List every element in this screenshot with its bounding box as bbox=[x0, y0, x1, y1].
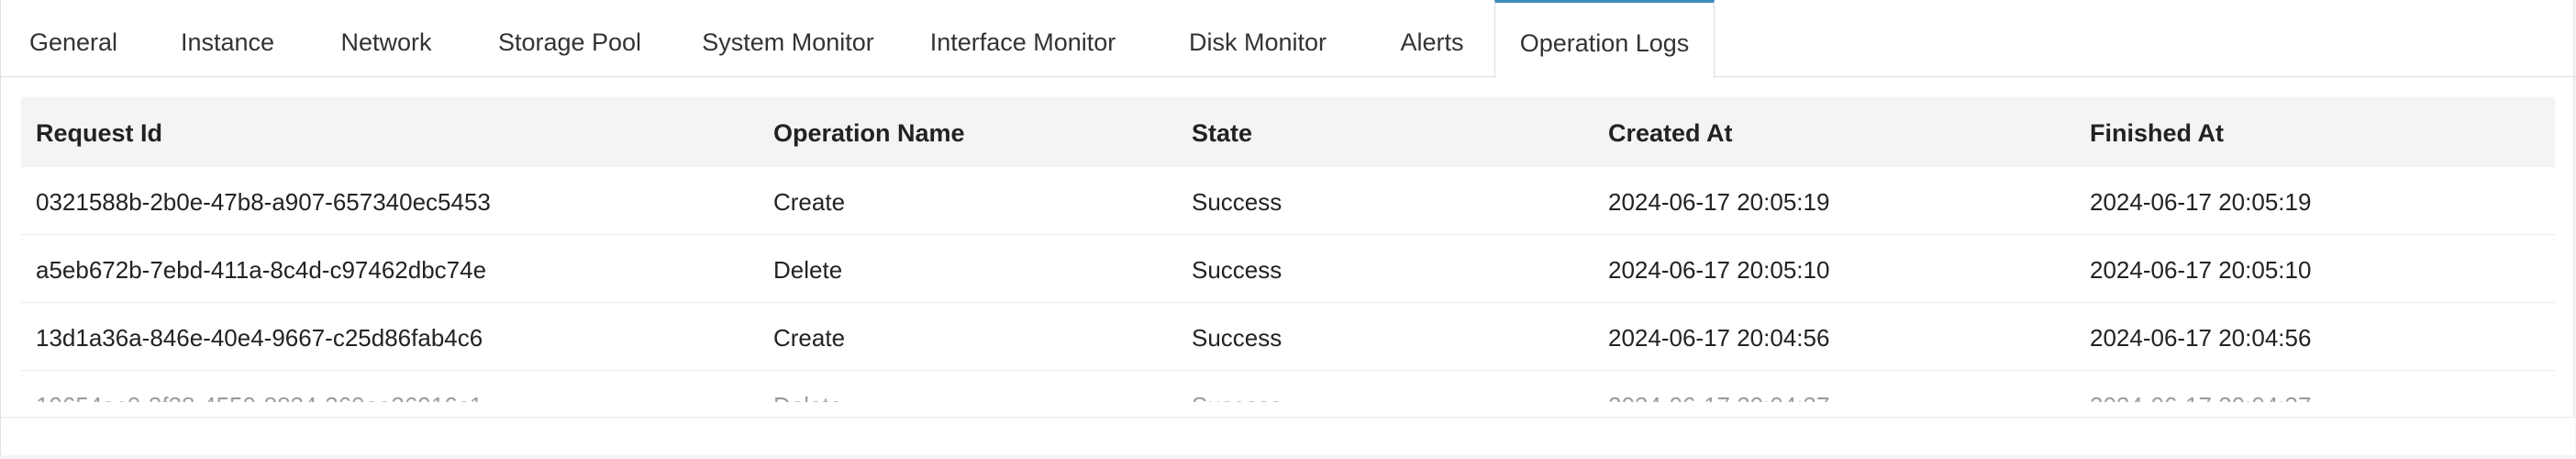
tab-general[interactable]: General bbox=[1, 0, 146, 77]
tab-alerts[interactable]: Alerts bbox=[1370, 0, 1494, 77]
created-at-cell: 2024-06-17 20:04:56 bbox=[1608, 324, 1830, 352]
request-id-cell: 13d1a36a-846e-40e4-9667-c25d86fab4c6 bbox=[36, 324, 483, 352]
column-header-created-at[interactable]: Created At bbox=[1608, 97, 1733, 167]
finished-at-cell: 2024-06-17 20:05:10 bbox=[2090, 256, 2312, 284]
table-row[interactable]: 13d1a36a-846e-40e4-9667-c25d86fab4c6 Cre… bbox=[21, 303, 2555, 371]
tab-system-monitor[interactable]: System Monitor bbox=[676, 0, 900, 77]
column-header-state[interactable]: State bbox=[1192, 97, 1252, 167]
table-row[interactable]: 19654ac0-3f28-4550-8834-260ea36916c1 Del… bbox=[21, 371, 2555, 402]
state-cell: Success bbox=[1192, 256, 1282, 284]
column-header-finished-at[interactable]: Finished At bbox=[2090, 97, 2224, 167]
state-cell: Success bbox=[1192, 371, 1282, 402]
table-header: Request Id Operation Name State Created … bbox=[21, 97, 2555, 167]
operation-name-cell: Delete bbox=[773, 256, 843, 284]
operation-name-cell: Delete bbox=[773, 371, 842, 402]
operation-logs-table: Request Id Operation Name State Created … bbox=[21, 97, 2555, 402]
tab-disk-monitor[interactable]: Disk Monitor bbox=[1146, 0, 1370, 77]
created-at-cell: 2024-06-17 20:05:10 bbox=[1608, 256, 1830, 284]
panel-footer bbox=[1, 417, 2575, 455]
tab-bar: General Instance Network Storage Pool Sy… bbox=[1, 0, 2575, 78]
column-header-operation-name[interactable]: Operation Name bbox=[773, 97, 965, 167]
finished-at-cell: 2024-06-17 20:05:19 bbox=[2090, 188, 2312, 216]
state-cell: Success bbox=[1192, 188, 1282, 216]
operation-name-cell: Create bbox=[773, 188, 846, 216]
request-id-cell: a5eb672b-7ebd-411a-8c4d-c97462dbc74e bbox=[36, 256, 487, 284]
request-id-cell: 0321588b-2b0e-47b8-a907-657340ec5453 bbox=[36, 188, 491, 216]
tab-instance[interactable]: Instance bbox=[146, 0, 309, 77]
operation-name-cell: Create bbox=[773, 324, 846, 352]
state-cell: Success bbox=[1192, 324, 1282, 352]
table-row[interactable]: a5eb672b-7ebd-411a-8c4d-c97462dbc74e Del… bbox=[21, 235, 2555, 303]
column-header-request-id[interactable]: Request Id bbox=[36, 97, 162, 167]
table-row[interactable]: 0321588b-2b0e-47b8-a907-657340ec5453 Cre… bbox=[21, 167, 2555, 235]
created-at-cell: 2024-06-17 20:05:19 bbox=[1608, 188, 1830, 216]
details-panel: General Instance Network Storage Pool Sy… bbox=[0, 0, 2575, 455]
created-at-cell: 2024-06-17 20:04:37 bbox=[1608, 371, 1829, 402]
tab-operation-logs[interactable]: Operation Logs bbox=[1494, 0, 1715, 78]
tab-storage-pool[interactable]: Storage Pool bbox=[463, 0, 676, 77]
finished-at-cell: 2024-06-17 20:04:37 bbox=[2090, 371, 2311, 402]
tab-network[interactable]: Network bbox=[309, 0, 463, 77]
tab-interface-monitor[interactable]: Interface Monitor bbox=[900, 0, 1146, 77]
finished-at-cell: 2024-06-17 20:04:56 bbox=[2090, 324, 2312, 352]
request-id-cell: 19654ac0-3f28-4550-8834-260ea36916c1 bbox=[36, 371, 483, 402]
